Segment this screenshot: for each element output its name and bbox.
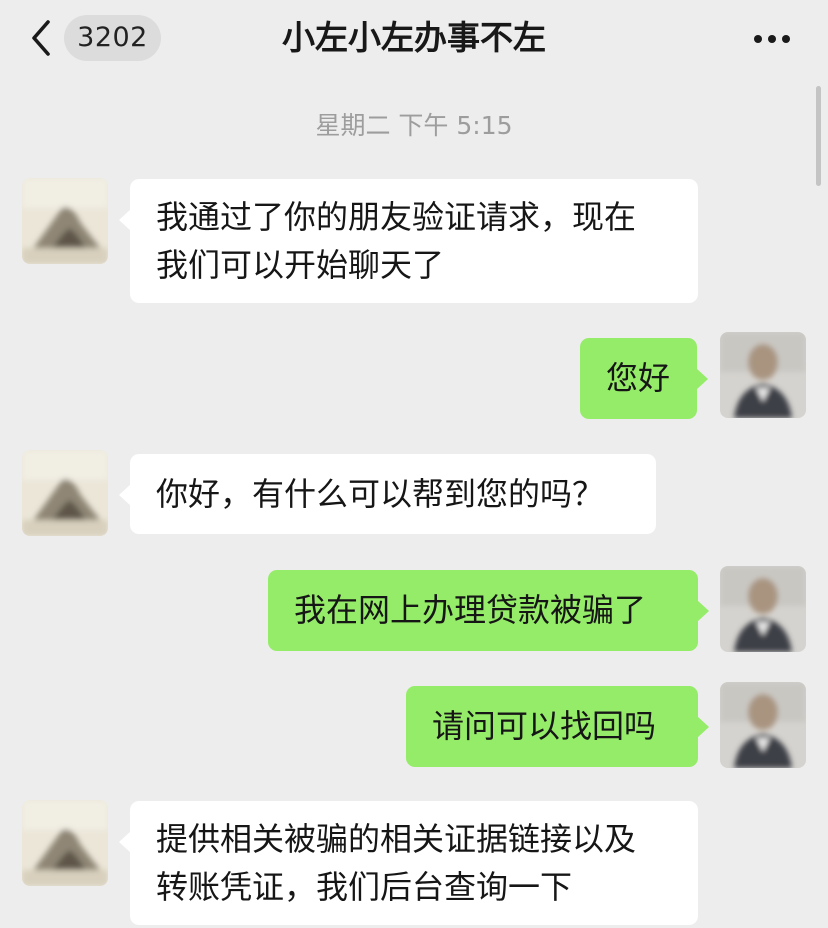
contact-avatar-icon [22,178,108,264]
more-options-button[interactable] [744,24,800,54]
my-avatar[interactable] [720,566,806,652]
message-bubble-incoming[interactable]: 提供相关被骗的相关证据链接以及 转账凭证，我们后台查询一下 [119,801,698,925]
message-text-line: 我在网上办理贷款被骗了 [294,591,647,629]
chevron-left-icon [32,20,50,56]
contact-avatar[interactable] [22,178,108,264]
chat-header: 3202 小左小左办事不左 [0,0,828,80]
message-bubble-outgoing[interactable]: 请问可以找回吗 [406,686,709,767]
message-text-line: 您好 [606,359,671,397]
user-avatar-icon [720,682,806,768]
message-text-line: 我们可以开始聊天了 [156,246,445,284]
user-avatar-icon [720,332,806,418]
message-bubble-outgoing[interactable]: 您好 [580,338,708,419]
message-bubble-outgoing[interactable]: 我在网上办理贷款被骗了 [268,570,709,651]
contact-avatar-icon [22,800,108,886]
message-text-line: 提供相关被骗的相关证据链接以及 [156,820,637,858]
message-text-line: 我通过了你的朋友验证请求，现在 [156,198,637,236]
back-button[interactable] [22,14,62,62]
message-timestamp: 星期二 下午 5:15 [315,111,513,140]
unread-count-badge[interactable]: 3202 [64,15,161,61]
contact-avatar-icon [22,450,108,536]
message-text-line: 请问可以找回吗 [432,707,657,745]
contact-avatar[interactable] [22,450,108,536]
chat-title: 小左小左办事不左 [282,18,546,57]
user-avatar-icon [720,566,806,652]
message-text-line: 转账凭证，我们后台查询一下 [156,868,573,906]
message-bubble-incoming[interactable]: 我通过了你的朋友验证请求，现在 我们可以开始聊天了 [119,179,698,303]
contact-avatar[interactable] [22,800,108,886]
more-dots-icon [754,35,762,43]
my-avatar[interactable] [720,332,806,418]
message-text-line: 你好，有什么可以帮到您的吗？ [156,475,605,513]
my-avatar[interactable] [720,682,806,768]
message-bubble-incoming[interactable]: 你好，有什么可以帮到您的吗？ [119,454,656,534]
